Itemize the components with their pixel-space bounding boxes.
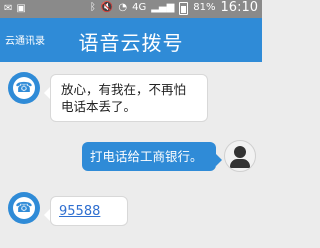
assistant-avatar: ☎	[8, 192, 40, 224]
message-text-line: 放心，有我在，不再怕	[61, 82, 187, 97]
user-avatar	[224, 140, 256, 172]
bluetooth-icon: ᛒ	[89, 2, 96, 13]
clock: 16:10	[220, 0, 258, 15]
status-left: ✉ ▣	[4, 2, 26, 16]
title-bar: 云通讯录 语音云拨号	[0, 18, 262, 62]
chat-area[interactable]: ☎ 放心，有我在，不再怕 电话本丢了。 打电话给工商银行。 ☎ 95588	[0, 62, 262, 248]
message-bubble-incoming[interactable]: 放心，有我在，不再怕 电话本丢了。	[44, 74, 208, 122]
image-icon: ▣	[16, 3, 26, 14]
message-text: 打电话给工商银行。	[90, 149, 203, 164]
status-right: ᛒ 🔇 ◔ 4G ▂▄▆ 81% 16:10	[90, 1, 258, 15]
phone-icon: ☎	[13, 77, 35, 99]
mute-icon: 🔇	[100, 2, 114, 13]
battery-percent: 81%	[193, 2, 216, 13]
phone-icon: ☎	[13, 197, 35, 219]
network-type: 4G	[132, 2, 147, 13]
message-bubble-incoming[interactable]: 95588	[44, 196, 128, 226]
battery-icon	[179, 1, 189, 15]
assistant-avatar: ☎	[8, 72, 40, 104]
signal-icon: ▂▄▆	[151, 2, 175, 13]
phone-number-link[interactable]: 95588	[59, 204, 100, 219]
wifi-icon: ◔	[118, 2, 128, 13]
message-bubble-outgoing[interactable]: 打电话给工商银行。	[82, 142, 222, 171]
status-bar: ✉ ▣ ᛒ 🔇 ◔ 4G ▂▄▆ 81% 16:10	[0, 0, 262, 18]
page-title: 语音云拨号	[78, 31, 184, 55]
message-text-line: 电话本丢了。	[61, 99, 137, 114]
notification-icon: ✉	[4, 3, 13, 14]
